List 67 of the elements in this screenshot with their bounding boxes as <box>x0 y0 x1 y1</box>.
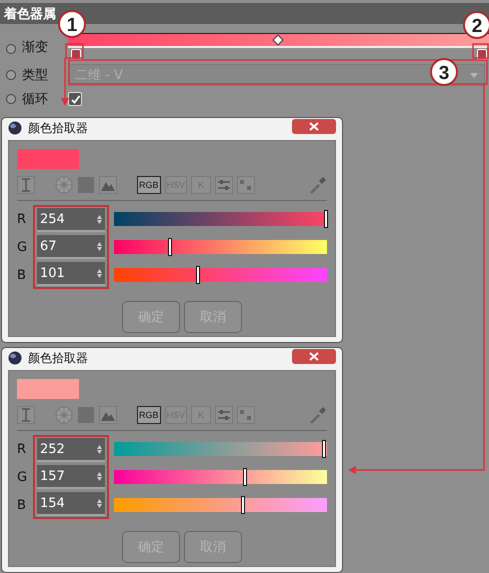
number-field[interactable]: 101 <box>37 262 105 286</box>
color-slider[interactable] <box>114 470 327 484</box>
spinner-icon[interactable] <box>97 472 102 480</box>
color-slider[interactable] <box>114 240 327 254</box>
slider-thumb[interactable] <box>324 210 328 228</box>
channel-label: G <box>17 470 28 484</box>
dialog-title: 颜色拾取器 <box>28 120 89 136</box>
close-icon <box>309 352 319 360</box>
callout-number: 2 <box>463 11 489 39</box>
number-field[interactable]: 157 <box>37 465 105 489</box>
swatches-icon[interactable] <box>237 406 256 424</box>
channel-label: B <box>17 268 27 282</box>
sphere-icon <box>8 351 22 365</box>
color-slider[interactable] <box>114 442 327 456</box>
gradient-label: 渐变 <box>22 39 49 56</box>
midpoint-handle[interactable] <box>272 34 284 46</box>
slider-thumb[interactable] <box>240 496 245 514</box>
spinner-icon[interactable] <box>97 268 102 278</box>
callout-number: 1 <box>58 10 86 38</box>
color-slider[interactable] <box>114 268 327 282</box>
slider-thumb[interactable] <box>322 440 326 458</box>
number-field[interactable]: 254 <box>37 208 105 232</box>
color-slider[interactable] <box>114 212 327 226</box>
image-icon[interactable] <box>99 406 117 424</box>
number-field[interactable]: 252 <box>37 438 105 462</box>
slider-thumb[interactable] <box>243 468 248 486</box>
radio-button[interactable] <box>6 94 16 104</box>
dialog-title: 颜色拾取器 <box>28 350 89 366</box>
close-icon <box>309 122 319 130</box>
text-cursor-icon[interactable] <box>17 176 35 194</box>
channel-label: R <box>17 442 28 456</box>
radio-button[interactable] <box>6 44 16 54</box>
sliders-icon[interactable] <box>215 176 234 194</box>
callout-arrow <box>61 58 69 106</box>
close-button[interactable] <box>292 118 336 134</box>
close-button[interactable] <box>292 348 336 364</box>
spinner-icon[interactable] <box>97 444 102 454</box>
eyedropper-icon[interactable] <box>309 405 327 425</box>
text-cursor-icon[interactable] <box>17 406 35 424</box>
checkbox[interactable] <box>68 92 82 106</box>
slider-thumb[interactable] <box>196 266 200 284</box>
spinner-icon[interactable] <box>97 498 102 508</box>
number-field[interactable]: 67 <box>37 235 105 259</box>
mode-tab[interactable]: RGB <box>137 406 161 424</box>
sphere-icon <box>8 121 22 135</box>
spinner-icon[interactable] <box>97 242 102 250</box>
number-field[interactable]: 154 <box>37 492 105 516</box>
type-label: 类型 <box>22 67 49 84</box>
eyedropper-icon[interactable] <box>309 175 327 195</box>
spinner-icon[interactable] <box>97 214 102 224</box>
radio-button[interactable] <box>6 70 16 80</box>
panel-title: 着色器属 <box>4 6 56 22</box>
channel-label: B <box>17 498 27 512</box>
channel-label: R <box>17 212 28 226</box>
channel-label: G <box>17 240 28 254</box>
callout-number: 3 <box>430 58 458 86</box>
image-icon[interactable] <box>99 176 117 194</box>
color-slider[interactable] <box>114 498 327 512</box>
caret-icon <box>470 72 478 78</box>
mode-tab[interactable]: RGB <box>137 176 161 194</box>
slider-thumb[interactable] <box>168 238 172 256</box>
color-wheel-icon[interactable] <box>55 406 73 424</box>
sliders-icon[interactable] <box>215 406 234 424</box>
cycle-label: 循环 <box>22 91 49 108</box>
gradient-bar[interactable] <box>68 33 489 48</box>
swatches-icon[interactable] <box>237 176 256 194</box>
color-wheel-icon[interactable] <box>55 176 73 194</box>
